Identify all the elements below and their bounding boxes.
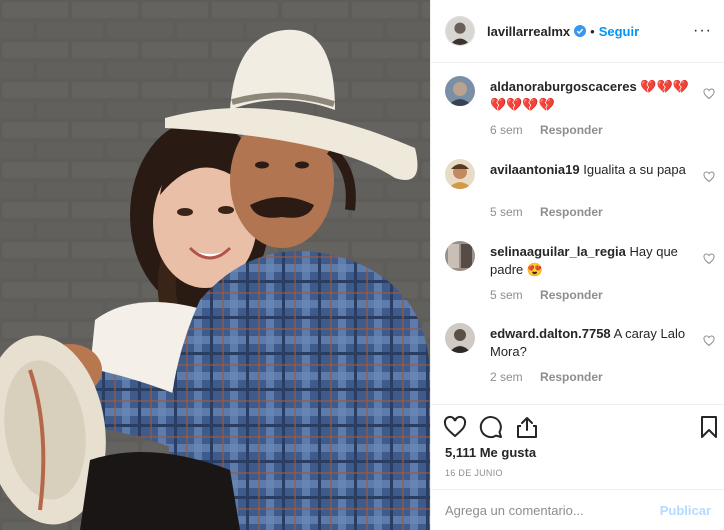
comment-like-heart-icon[interactable] <box>703 335 715 347</box>
comment-body: Igualita a su papa <box>583 162 686 177</box>
comment-username[interactable]: selinaaguilar_la_regia <box>490 244 626 259</box>
bookmark-icon[interactable] <box>697 415 721 439</box>
comment-text: aldanoraburgoscaceres 💔💔💔💔💔💔💔 <box>490 78 690 114</box>
follow-button[interactable]: Seguir <box>599 24 639 39</box>
comment-like-heart-icon[interactable] <box>703 171 715 183</box>
comment-meta: 5 sem Responder <box>490 288 603 302</box>
comment-username[interactable]: avilaantonia19 <box>490 162 580 177</box>
comments-list[interactable]: aldanoraburgoscaceres 💔💔💔💔💔💔💔 6 sem Resp… <box>431 64 724 404</box>
comment-icon[interactable] <box>479 415 503 439</box>
author-avatar[interactable] <box>445 16 475 46</box>
likes-count[interactable]: 5,111 Me gusta <box>445 445 536 460</box>
verified-badge-icon <box>574 25 587 37</box>
reply-button[interactable]: Responder <box>540 288 603 302</box>
commenter-avatar[interactable] <box>445 241 475 271</box>
reply-button[interactable]: Responder <box>540 205 603 219</box>
comment-meta: 2 sem Responder <box>490 370 603 384</box>
comment-username[interactable]: aldanoraburgoscaceres <box>490 79 637 94</box>
commenter-avatar[interactable] <box>445 159 475 189</box>
publish-button[interactable]: Publicar <box>660 503 711 518</box>
comment-age[interactable]: 2 sem <box>490 370 523 384</box>
comment-text: selinaaguilar_la_regia Hay que padre 😍 <box>490 243 690 279</box>
comment-input[interactable] <box>445 502 660 518</box>
add-comment-bar: Publicar <box>431 489 724 530</box>
post-side-panel: lavillarrealmx • Seguir ··· aldanoraburg… <box>430 0 724 530</box>
reply-button[interactable]: Responder <box>540 123 603 137</box>
comment-username[interactable]: edward.dalton.7758 <box>490 326 611 341</box>
comment-age[interactable]: 6 sem <box>490 123 523 137</box>
post-photo[interactable] <box>0 0 430 530</box>
share-icon[interactable] <box>515 415 539 439</box>
comment-like-heart-icon[interactable] <box>703 253 715 265</box>
comment-meta: 6 sem Responder <box>490 123 603 137</box>
more-options-icon[interactable]: ··· <box>693 22 712 40</box>
comment-age[interactable]: 5 sem <box>490 205 523 219</box>
comment-like-heart-icon[interactable] <box>703 88 715 100</box>
commenter-avatar[interactable] <box>445 323 475 353</box>
author-username[interactable]: lavillarrealmx <box>487 24 570 39</box>
comment-age[interactable]: 5 sem <box>490 288 523 302</box>
post-header: lavillarrealmx • Seguir ··· <box>431 0 724 63</box>
post-actions: 5,111 Me gusta 16 DE JUNIO <box>431 404 724 489</box>
separator-dot: • <box>590 23 595 39</box>
heart-icon[interactable] <box>443 415 467 439</box>
reply-button[interactable]: Responder <box>540 370 603 384</box>
comment-meta: 5 sem Responder <box>490 205 603 219</box>
photo-image <box>0 0 430 530</box>
commenter-avatar[interactable] <box>445 76 475 106</box>
post-date[interactable]: 16 DE JUNIO <box>445 468 503 478</box>
comment-text: avilaantonia19 Igualita a su papa <box>490 161 690 179</box>
comment-text: edward.dalton.7758 A caray Lalo Mora? <box>490 325 690 361</box>
